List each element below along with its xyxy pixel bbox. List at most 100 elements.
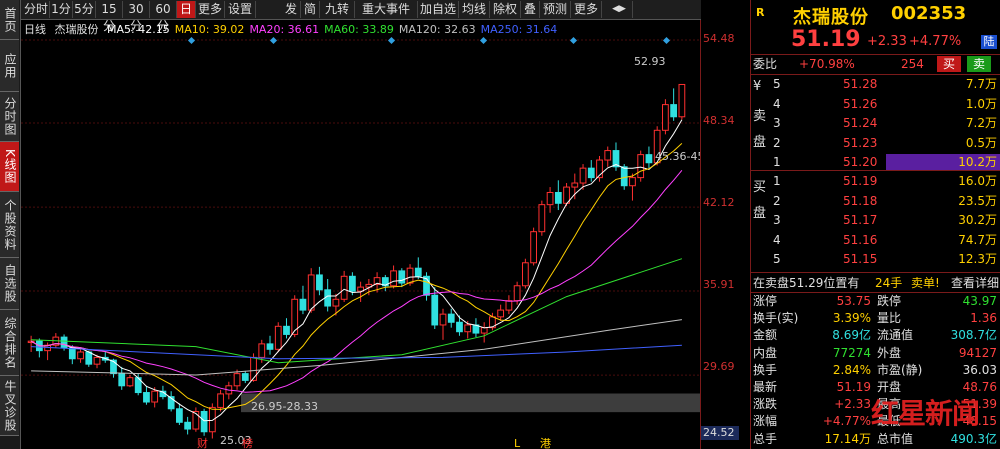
sell-row-4: 1 51.20 10.2万 — [751, 153, 1000, 171]
stock-name: 杰瑞股份 — [793, 7, 869, 28]
nav-arrows-icon[interactable]: ◀▶ — [606, 1, 633, 18]
candle-body — [406, 267, 414, 284]
sell-volume: 7.7万 — [965, 77, 997, 91]
price-tick-0: 54.48 — [703, 32, 735, 45]
order-note-count: 24手 — [875, 276, 903, 290]
order-note-tag: 卖单! — [911, 276, 940, 290]
toolbar-button-5[interactable]: 均线 — [459, 1, 490, 18]
stat-label: 总手 — [753, 431, 778, 446]
buy-button[interactable]: 买 — [937, 56, 961, 72]
kline-chart[interactable]: 52.9345.36-4526.95-28.3325.03财榜 L 港 — [21, 36, 700, 449]
sell-level: 3 — [773, 116, 781, 130]
candle-body — [332, 298, 340, 307]
stat-value: 94127 — [958, 345, 997, 360]
toolbar-button-3[interactable]: 重大事件 — [355, 1, 418, 18]
sell-side-label-1: 卖 — [753, 109, 767, 124]
sell-level: 4 — [773, 96, 781, 111]
stat-value: 77274 — [832, 345, 871, 360]
candle-body — [266, 343, 274, 350]
candle-body — [250, 356, 257, 381]
stats-row-2: 金额 8.69亿 流通值 308.7亿 — [751, 327, 1000, 344]
period-tab-8[interactable]: 设置 — [225, 1, 256, 18]
left-tab-3[interactable]: K线图 — [0, 142, 19, 192]
toolbar-button-9[interactable]: 更多 — [571, 1, 602, 18]
stat-label: 金额 — [753, 328, 778, 343]
candle-body — [340, 275, 348, 300]
buy-volume: 23.5万 — [958, 193, 997, 208]
candle-body — [143, 392, 150, 403]
toolbar-button-4[interactable]: 加自选 — [418, 1, 459, 18]
period-label: 日线 — [24, 23, 46, 36]
stat-label: 换手 — [753, 362, 778, 377]
period-tab-0[interactable]: 分时 — [23, 1, 50, 18]
left-tab-0[interactable]: 首页 — [0, 0, 19, 40]
buy-row-2: 3 51.17 30.2万 — [751, 211, 1000, 229]
stat-label: 流通值 — [877, 328, 914, 343]
order-note-text: 在卖盘51.29位置有 — [753, 276, 860, 290]
period-tab-4[interactable]: 30分 — [123, 1, 150, 33]
left-tab-7[interactable]: 牛叉诊股 — [0, 376, 19, 436]
buy-level: 5 — [773, 252, 781, 266]
period-tab-1[interactable]: 1分 — [50, 1, 73, 18]
ma-legend-item-3: MA60: 33.89 — [324, 23, 394, 36]
candle-body — [93, 356, 101, 365]
left-tab-5[interactable]: 自选股 — [0, 258, 19, 310]
candle-body — [431, 294, 439, 326]
toolbar-button-7[interactable]: 叠 — [521, 1, 540, 18]
candle-body — [538, 204, 546, 233]
stat-label: 总市值 — [877, 431, 914, 446]
period-tab-2[interactable]: 5分 — [73, 1, 96, 18]
candle-body — [299, 298, 307, 311]
sell-button[interactable]: 卖 — [967, 56, 991, 72]
buy-price: 51.15 — [843, 252, 878, 266]
toolbar-button-6[interactable]: 除权 — [490, 1, 521, 18]
candle-body — [678, 83, 686, 118]
left-tab-2[interactable]: 分时图 — [0, 92, 19, 142]
sell-level: 5 — [773, 77, 781, 91]
toolbar-button-8[interactable]: 预测 — [540, 1, 571, 18]
period-tab-3[interactable]: 15分 — [96, 1, 123, 33]
sell-price: 51.23 — [843, 135, 878, 150]
candle-body — [274, 325, 282, 350]
period-tab-6[interactable]: 日 — [177, 1, 196, 18]
buy-volume: 74.7万 — [958, 232, 997, 247]
stat-label: 最新 — [753, 380, 778, 394]
r-badge: R — [756, 6, 765, 19]
buy-price: 51.18 — [843, 193, 878, 208]
toolbar-button-2[interactable]: 九转 — [320, 1, 355, 18]
view-detail-link[interactable]: 查看详细 — [951, 274, 999, 292]
candle-body — [414, 267, 422, 277]
top-marker-3 — [479, 36, 488, 45]
candle-body — [439, 313, 447, 326]
buy-level: 3 — [773, 213, 781, 227]
toolbar-button-1[interactable]: 简 — [301, 1, 320, 18]
candle-body — [151, 390, 159, 403]
left-tab-1[interactable]: 应用 — [0, 40, 19, 92]
stock-code: 002353 — [891, 3, 967, 24]
sell-side-label-0: ¥ — [753, 79, 762, 94]
candle-body — [348, 275, 356, 292]
candle-body — [126, 377, 134, 387]
candle-body — [546, 191, 554, 206]
candle-body — [68, 347, 76, 360]
stats-row-4: 换手 2.84% 市盈(静) 36.03 — [751, 362, 1000, 379]
period-tab-5[interactable]: 60分 — [150, 1, 177, 33]
left-tab-6[interactable]: 综合排名 — [0, 310, 19, 376]
candle-body — [200, 410, 208, 433]
price-row: 51.19 +2.33 +4.77% 陆 — [751, 28, 1000, 52]
toolbar-button-0[interactable]: 发 — [282, 1, 301, 18]
candle-body — [571, 182, 579, 188]
last-price: 51.19 — [791, 27, 861, 52]
period-tab-7[interactable]: 更多 — [196, 1, 225, 18]
buy-row-3: 4 51.16 74.7万 — [751, 231, 1000, 249]
buy-level: 4 — [773, 232, 781, 247]
buy-level: 2 — [773, 193, 781, 208]
candle-body — [587, 167, 595, 179]
sell-price: 51.26 — [843, 96, 878, 111]
sell-level: 2 — [773, 135, 781, 150]
sell-volume: 7.2万 — [965, 116, 997, 130]
candle-body — [184, 421, 192, 430]
left-tab-4[interactable]: 个股资料 — [0, 192, 19, 258]
stats-row-3: 内盘 77274 外盘 94127 — [751, 345, 1000, 362]
stat-label: 跌停 — [877, 294, 902, 308]
